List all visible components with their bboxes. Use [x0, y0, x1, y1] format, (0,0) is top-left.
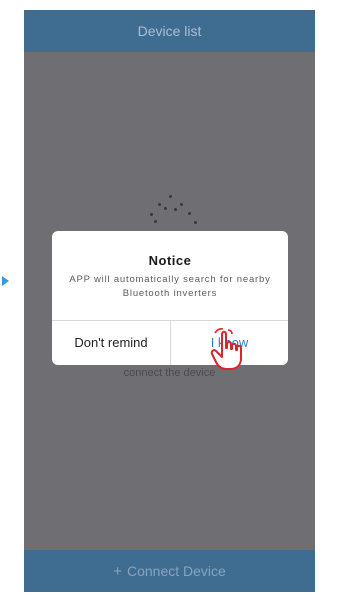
hand-pointer-icon — [210, 328, 242, 370]
dialog-message: APP will automatically search for nearby… — [69, 274, 271, 299]
plus-icon: + — [113, 563, 122, 580]
notice-dialog: Notice APP will automatically search for… — [52, 231, 288, 365]
page-title: Device list — [137, 23, 202, 39]
dialog-title: Notice — [148, 253, 192, 268]
connect-device-label: Connect Device — [126, 563, 226, 579]
connect-hint: connect the device — [123, 367, 216, 379]
dont-remind-button[interactable]: Don't remind — [52, 321, 171, 365]
phone-screen: Device list connect the device + Connect … — [24, 10, 315, 592]
connect-device-button[interactable]: + Connect Device — [24, 550, 315, 592]
header-bar: Device list — [24, 10, 315, 52]
arrow-right-icon — [2, 276, 9, 286]
